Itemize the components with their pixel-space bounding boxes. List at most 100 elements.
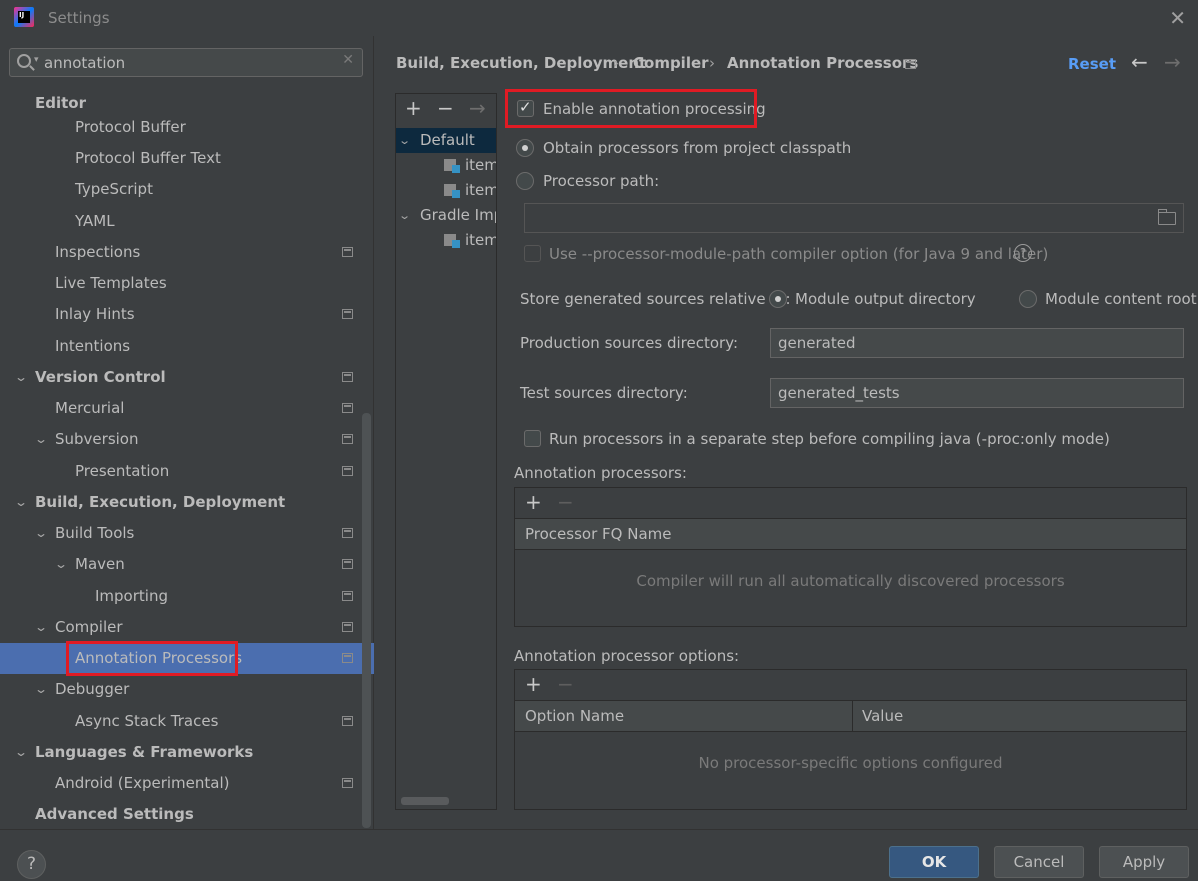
profile-module-item[interactable]: item bbox=[396, 153, 496, 178]
chevron-down-icon[interactable]: ⌄ bbox=[34, 424, 48, 455]
sidebar-item-label: Version Control bbox=[35, 368, 166, 386]
production-sources-field[interactable]: generated bbox=[770, 328, 1184, 358]
processor-module-path-checkbox bbox=[524, 245, 541, 262]
sidebar-item-protocol-buffer-text[interactable]: Protocol Buffer Text bbox=[0, 143, 374, 174]
sidebar-item-label: Build Tools bbox=[55, 524, 135, 542]
title-bar: IJ Settings ✕ bbox=[0, 0, 1198, 36]
sidebar-item-maven[interactable]: ⌄ Maven bbox=[0, 549, 374, 580]
profile-module-item[interactable]: item bbox=[396, 178, 496, 203]
cancel-button[interactable]: Cancel bbox=[994, 846, 1084, 878]
sidebar-item-label: Debugger bbox=[55, 680, 130, 698]
profile-default[interactable]: ⌄ Default bbox=[396, 128, 496, 153]
project-scope-icon bbox=[342, 778, 353, 788]
annotation-processors-table: + − Processor FQ Name Compiler will run … bbox=[514, 487, 1187, 627]
module-output-directory-label[interactable]: Module output directory bbox=[795, 290, 976, 308]
sidebar-item-debugger[interactable]: ⌄ Debugger bbox=[0, 674, 374, 705]
sidebar-item-label: Compiler bbox=[55, 618, 123, 636]
chevron-down-icon[interactable]: ⌄ bbox=[34, 674, 48, 705]
sidebar-item-importing[interactable]: Importing bbox=[0, 581, 374, 612]
sidebar-item-live-templates[interactable]: Live Templates bbox=[0, 268, 374, 299]
profile-label: item bbox=[465, 156, 497, 174]
sidebar-item-yaml[interactable]: YAML bbox=[0, 206, 374, 237]
chevron-down-icon[interactable]: ⌄ bbox=[34, 612, 48, 643]
run-separate-step-checkbox[interactable] bbox=[524, 430, 541, 447]
sidebar-scrollbar[interactable] bbox=[362, 413, 371, 828]
remove-profile-button[interactable]: − bbox=[437, 96, 454, 120]
sidebar-item-inspections[interactable]: Inspections bbox=[0, 237, 374, 268]
sidebar-item-build-execution-deployment[interactable]: ⌄ Build, Execution, Deployment bbox=[0, 487, 374, 518]
sidebar-item-label: Android (Experimental) bbox=[55, 774, 230, 792]
apply-button[interactable]: Apply bbox=[1099, 846, 1189, 878]
profiles-horizontal-scrollbar[interactable] bbox=[401, 797, 449, 805]
enable-annotation-processing-checkbox[interactable] bbox=[517, 98, 534, 117]
sidebar-item-compiler[interactable]: ⌄ Compiler bbox=[0, 612, 374, 643]
project-scope-icon bbox=[342, 309, 353, 319]
enable-annotation-processing-label[interactable]: Enable annotation processing bbox=[543, 100, 766, 118]
value-column[interactable]: Value bbox=[852, 701, 903, 732]
close-icon[interactable]: ✕ bbox=[1169, 6, 1186, 30]
sidebar-item-subversion[interactable]: ⌄ Subversion bbox=[0, 424, 374, 455]
sidebar-item-label: TypeScript bbox=[75, 180, 153, 198]
sidebar-item-typescript[interactable]: TypeScript bbox=[0, 174, 374, 205]
chevron-down-icon[interactable]: ⌄ bbox=[398, 203, 411, 228]
sidebar-item-build-tools[interactable]: ⌄ Build Tools bbox=[0, 518, 374, 549]
processor-path-label[interactable]: Processor path: bbox=[543, 172, 659, 190]
add-option-button[interactable]: + bbox=[525, 672, 542, 696]
help-icon[interactable]: ? bbox=[1014, 244, 1032, 262]
reset-link[interactable]: Reset bbox=[1068, 55, 1116, 73]
clear-search-icon[interactable]: ✕ bbox=[342, 52, 354, 68]
test-sources-field[interactable]: generated_tests bbox=[770, 378, 1184, 408]
sidebar-item-label: Mercurial bbox=[55, 399, 125, 417]
project-scope-icon bbox=[342, 247, 353, 257]
profile-label: Gradle Imp bbox=[420, 206, 497, 224]
chevron-down-icon[interactable]: ⌄ bbox=[14, 737, 28, 768]
add-profile-button[interactable]: + bbox=[405, 96, 422, 120]
chevron-down-icon[interactable]: ⌄ bbox=[54, 549, 68, 580]
help-button[interactable]: ? bbox=[17, 850, 46, 879]
sidebar-item-annotation-processors[interactable]: Annotation Processors bbox=[0, 643, 374, 674]
search-box[interactable]: ▾ ✕ bbox=[9, 48, 363, 77]
module-content-root-label[interactable]: Module content root bbox=[1045, 290, 1197, 308]
obtain-from-classpath-radio[interactable] bbox=[516, 139, 534, 157]
search-input[interactable] bbox=[44, 52, 334, 73]
profile-module-item[interactable]: item bbox=[396, 228, 496, 253]
forward-arrow-icon[interactable]: → bbox=[1164, 50, 1181, 74]
test-sources-label: Test sources directory: bbox=[520, 384, 688, 402]
sidebar-item-version-control[interactable]: ⌄ Version Control bbox=[0, 362, 374, 393]
remove-processor-button[interactable]: − bbox=[557, 490, 574, 514]
sidebar-item-advanced-settings[interactable]: Advanced Settings bbox=[0, 799, 374, 830]
add-processor-button[interactable]: + bbox=[525, 490, 542, 514]
sidebar-item-label: Live Templates bbox=[55, 274, 167, 292]
chevron-down-icon[interactable]: ⌄ bbox=[398, 128, 411, 153]
ok-button[interactable]: OK bbox=[889, 846, 979, 878]
search-dropdown-icon[interactable]: ▾ bbox=[34, 55, 39, 65]
sidebar-item-label: Languages & Frameworks bbox=[35, 743, 254, 761]
settings-sidebar: ▾ ✕ Editor Protocol Buffer Protocol Buff… bbox=[0, 36, 374, 829]
obtain-from-classpath-label[interactable]: Obtain processors from project classpath bbox=[543, 139, 851, 157]
sidebar-item-label: Protocol Buffer bbox=[75, 118, 186, 136]
search-icon[interactable] bbox=[17, 54, 31, 68]
sidebar-item-languages-frameworks[interactable]: ⌄ Languages & Frameworks bbox=[0, 737, 374, 768]
back-arrow-icon[interactable]: ← bbox=[1131, 50, 1148, 74]
module-output-directory-radio[interactable] bbox=[769, 290, 787, 308]
sidebar-item-presentation[interactable]: Presentation bbox=[0, 456, 374, 487]
sidebar-item-intentions[interactable]: Intentions bbox=[0, 331, 374, 362]
sidebar-item-label: Advanced Settings bbox=[35, 805, 194, 823]
sidebar-item-async-stack-traces[interactable]: Async Stack Traces bbox=[0, 706, 374, 737]
option-name-column[interactable]: Option Name bbox=[515, 701, 624, 732]
chevron-down-icon[interactable]: ⌄ bbox=[14, 487, 28, 518]
sidebar-item-protocol-buffer[interactable]: Protocol Buffer bbox=[0, 112, 374, 143]
remove-option-button[interactable]: − bbox=[557, 672, 574, 696]
move-profile-button[interactable]: → bbox=[469, 96, 486, 120]
module-content-root-radio[interactable] bbox=[1019, 290, 1037, 308]
sidebar-item-android-experimental[interactable]: Android (Experimental) bbox=[0, 768, 374, 799]
chevron-down-icon[interactable]: ⌄ bbox=[14, 362, 28, 393]
sidebar-item-mercurial[interactable]: Mercurial bbox=[0, 393, 374, 424]
chevron-down-icon[interactable]: ⌄ bbox=[34, 518, 48, 549]
profile-gradle-imported[interactable]: ⌄ Gradle Imp bbox=[396, 203, 496, 228]
sidebar-item-inlay-hints[interactable]: Inlay Hints bbox=[0, 299, 374, 330]
breadcrumb-separator: › bbox=[613, 54, 619, 72]
processor-path-radio[interactable] bbox=[516, 172, 534, 190]
run-separate-step-label[interactable]: Run processors in a separate step before… bbox=[549, 430, 1110, 448]
processor-fq-name-column[interactable]: Processor FQ Name bbox=[515, 519, 671, 550]
